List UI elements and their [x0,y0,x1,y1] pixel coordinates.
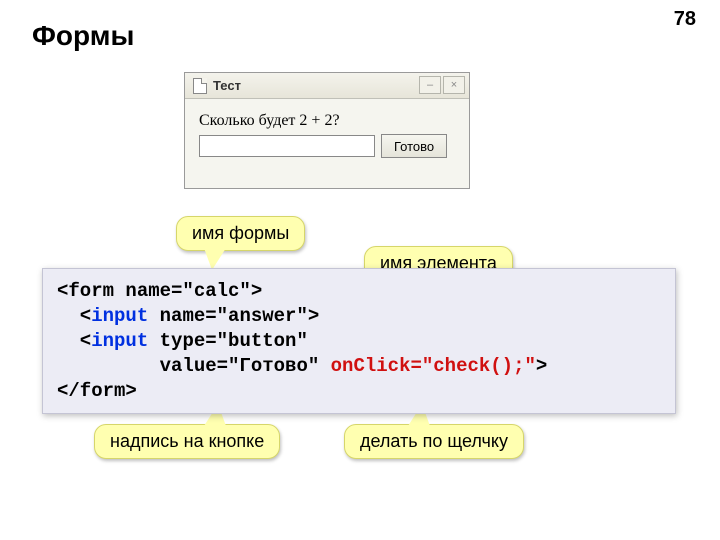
code-line-4c: > [536,355,547,377]
window-title: Тест [213,78,241,93]
code-line-2c: name="answer"> [148,305,319,327]
titlebar: Тест – × [185,73,469,99]
answer-input[interactable] [199,135,375,157]
code-line-3a: < [57,330,91,352]
code-line-2a: < [57,305,91,327]
browser-window: Тест – × Сколько будет 2 + 2? Готово [184,72,470,189]
code-line-1: <form name="calc"> [57,280,262,302]
close-icon: × [443,76,465,94]
code-keyword-input: input [91,330,148,352]
code-line-5: </form> [57,380,137,402]
minimize-icon: – [419,76,441,94]
code-onclick: onClick="check();" [331,355,536,377]
callout-form-name: имя формы [176,216,305,251]
prompt-text: Сколько будет 2 + 2? [199,112,455,130]
callout-tail [204,248,226,270]
code-line-4a: value="Готово" [57,355,331,377]
page-title: Формы [32,20,134,52]
window-body: Сколько будет 2 + 2? Готово [185,99,469,158]
code-keyword-input: input [91,305,148,327]
code-line-3c: type="button" [148,330,308,352]
page-number: 78 [674,8,696,31]
submit-button[interactable]: Готово [381,134,447,158]
callout-on-click: делать по щелчку [344,424,524,459]
callout-button-caption: надпись на кнопке [94,424,280,459]
page-icon [193,78,207,94]
code-block: <form name="calc"> <input name="answer">… [42,268,676,414]
